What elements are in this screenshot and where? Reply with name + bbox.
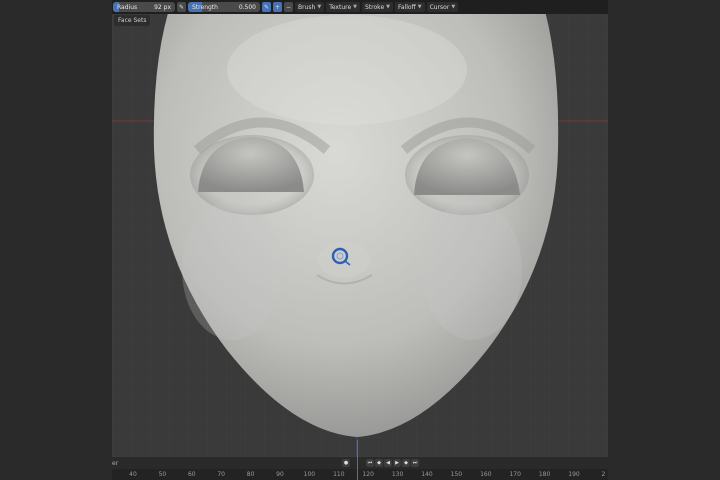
viewport-grid bbox=[112, 0, 608, 457]
jump-end-icon[interactable]: ⏭ bbox=[411, 459, 419, 467]
record-icon[interactable]: ● bbox=[342, 459, 350, 467]
strength-label: Strength bbox=[192, 3, 218, 11]
texture-menu-label: Texture bbox=[329, 3, 352, 11]
ruler-tick-label: 90 bbox=[276, 471, 284, 478]
pressure-strength-icon[interactable]: ✎ bbox=[262, 2, 271, 12]
direction-subtract-button[interactable]: − bbox=[284, 2, 293, 12]
cursor-menu[interactable]: Cursor ▼ bbox=[426, 2, 459, 12]
ruler-tick-label: 170 bbox=[509, 471, 521, 478]
chevron-down-icon: ▼ bbox=[451, 4, 456, 10]
tool-settings-header: Radius 92 px ✎ Strength 0.500 ✎ + − Brus… bbox=[112, 0, 608, 14]
direction-add-button[interactable]: + bbox=[273, 2, 282, 12]
ruler-tick-label: 2 bbox=[601, 471, 606, 478]
ruler-tick-label: 190 bbox=[568, 471, 580, 478]
ruler-tick-label: 40 bbox=[129, 471, 137, 478]
falloff-menu-label: Falloff bbox=[398, 3, 416, 11]
chevron-down-icon: ▼ bbox=[417, 4, 422, 10]
play-icon[interactable]: ▶ bbox=[393, 459, 401, 467]
chevron-down-icon: ▼ bbox=[317, 4, 322, 10]
ruler-tick-label: 110 bbox=[333, 471, 345, 478]
texture-menu[interactable]: Texture ▼ bbox=[326, 2, 361, 12]
brush-menu[interactable]: Brush ▼ bbox=[295, 2, 325, 12]
timeline-left-label: er bbox=[112, 459, 119, 467]
ruler-tick-label: 140 bbox=[421, 471, 433, 478]
ruler-tick-label: 50 bbox=[158, 471, 167, 478]
chevron-down-icon: ▼ bbox=[353, 4, 358, 10]
left-dark-margin bbox=[0, 0, 112, 480]
timeline-controls: er ● ⏮ ◆ ◀ ▶ ◆ ⏭ bbox=[112, 457, 608, 469]
timeline-ruler[interactable]: 40 50 60 70 80 90 100 110 120 130 140 150 160 170 180 1… bbox=[112, 469, 608, 480]
ruler-tick-label: 180 bbox=[538, 471, 551, 478]
ruler-tick-label: 100 bbox=[303, 471, 316, 478]
stroke-menu-label: Stroke bbox=[365, 3, 385, 11]
strength-slider[interactable]: Strength 0.500 bbox=[188, 2, 260, 12]
timeline-playhead[interactable] bbox=[357, 440, 358, 480]
stroke-menu[interactable]: Stroke ▼ bbox=[362, 2, 393, 12]
ruler-tick-label: 160 bbox=[480, 471, 492, 478]
face-sets-tab[interactable]: Face Sets bbox=[114, 15, 151, 26]
radius-slider[interactable]: Radius 92 px bbox=[113, 2, 175, 12]
ruler-tick-label: 80 bbox=[246, 471, 255, 478]
ruler-tick-label: 60 bbox=[187, 471, 196, 478]
radius-value: 92 px bbox=[154, 3, 171, 11]
jump-keyframe-forward-icon[interactable]: ◆ bbox=[402, 459, 410, 467]
cursor-menu-label: Cursor bbox=[429, 3, 450, 11]
pressure-radius-icon[interactable]: ✎ bbox=[177, 2, 186, 12]
radius-label: Radius bbox=[117, 3, 138, 11]
ruler-tick-label: 120 bbox=[362, 471, 374, 478]
chevron-down-icon: ▼ bbox=[386, 4, 390, 10]
brush-menu-label: Brush bbox=[298, 3, 316, 11]
ruler-tick-label: 70 bbox=[217, 471, 226, 478]
jump-keyframe-back-icon[interactable]: ◆ bbox=[375, 459, 383, 467]
strength-value: 0.500 bbox=[238, 3, 256, 11]
right-dark-margin bbox=[608, 0, 720, 480]
falloff-menu[interactable]: Falloff ▼ bbox=[395, 2, 425, 12]
ruler-tick-label: 150 bbox=[450, 471, 463, 478]
sculpt-viewport[interactable] bbox=[112, 0, 608, 457]
jump-start-icon[interactable]: ⏮ bbox=[366, 459, 374, 467]
play-reverse-icon[interactable]: ◀ bbox=[384, 459, 392, 467]
ruler-tick-label: 130 bbox=[391, 471, 404, 478]
